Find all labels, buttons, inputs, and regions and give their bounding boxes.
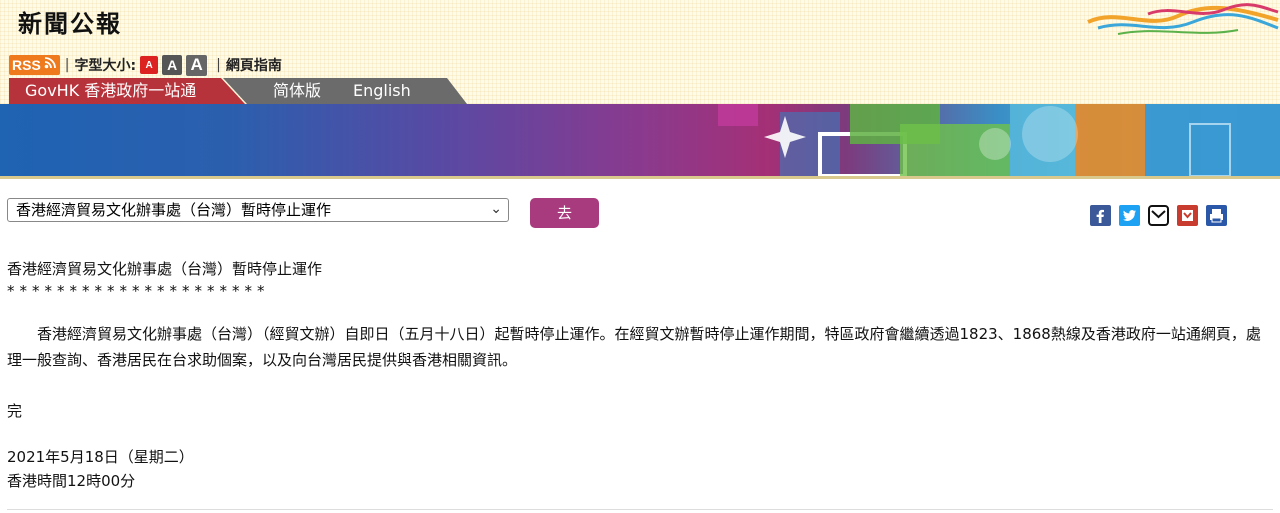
font-size-medium-button[interactable]: A <box>162 55 183 75</box>
toolbar: RSS | 字型大小: A A A | 網頁指南 <box>9 54 282 76</box>
article-body: 香港經濟貿易文化辦事處（台灣）（經貿文辦）自即日（五月十八日）起暫時停止運作。在… <box>7 325 1261 369</box>
release-time: 香港時間12時00分 <box>7 472 136 490</box>
release-date: 2021年5月18日（星期二） <box>7 448 194 466</box>
rss-feed-icon <box>44 56 57 74</box>
facebook-icon <box>1090 205 1111 226</box>
twitter-icon <box>1119 205 1140 226</box>
divider: | <box>64 57 70 73</box>
article-select-value: 香港經濟貿易文化辦事處（台灣）暫時停止運作 <box>16 201 332 219</box>
print-icon <box>1206 205 1227 226</box>
bottom-divider <box>7 509 1273 510</box>
simplified-chinese-link[interactable]: 简体版 <box>273 78 321 104</box>
top-nav: 简体版 English GovHK 香港政府一站通 <box>9 78 469 104</box>
print-button[interactable] <box>1206 205 1227 226</box>
facebook-share-button[interactable] <box>1090 205 1111 226</box>
article-headline: 香港經濟貿易文化辦事處（台灣）暫時停止運作 <box>7 260 323 278</box>
banner-image <box>0 104 1280 176</box>
font-size-small-button[interactable]: A <box>140 56 159 74</box>
banner-graphic <box>718 104 1280 176</box>
language-tab-bar: 简体版 English <box>223 78 467 104</box>
bookmark-button[interactable] <box>1177 205 1198 226</box>
headline-underline: ********************* <box>7 282 270 300</box>
font-size-large-button[interactable]: A <box>186 54 208 76</box>
email-icon <box>1148 205 1169 226</box>
email-share-button[interactable] <box>1148 205 1169 226</box>
page-header: 新聞公報 RSS | 字型大小: A A A | 網頁指南 简体版 Englis… <box>0 0 1280 104</box>
rss-button[interactable]: RSS <box>9 55 60 75</box>
rss-label: RSS <box>12 57 41 73</box>
article-end-mark: 完 <box>7 402 23 420</box>
chevron-down-icon: ⌄ <box>490 201 502 217</box>
web-guide-link[interactable]: 網頁指南 <box>226 55 282 75</box>
go-button[interactable]: 去 <box>530 198 599 228</box>
bookmark-icon <box>1177 205 1198 226</box>
twitter-share-button[interactable] <box>1119 205 1140 226</box>
brand-hong-kong-dragon-logo <box>1087 3 1279 35</box>
font-size-label: 字型大小: <box>74 58 137 74</box>
article-select[interactable]: 香港經濟貿易文化辦事處（台灣）暫時停止運作 ⌄ <box>7 198 509 222</box>
banner-divider <box>0 176 1280 179</box>
site-title: 新聞公報 <box>18 10 122 38</box>
govhk-link[interactable]: GovHK 香港政府一站通 <box>9 78 245 104</box>
english-link[interactable]: English <box>353 78 411 104</box>
divider: | <box>216 57 221 73</box>
